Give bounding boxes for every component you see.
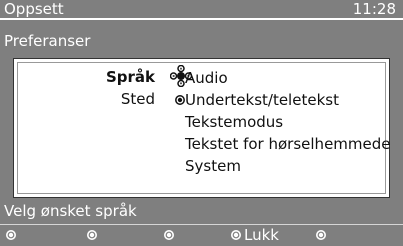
submenu-item-hearing-impaired[interactable]: Tekstet for hørselhemmede bbox=[185, 133, 391, 155]
extra-key-icon[interactable] bbox=[315, 229, 327, 241]
green-key-icon[interactable] bbox=[86, 229, 98, 241]
screen-title: Oppsett bbox=[4, 0, 64, 18]
page-title: Preferanser bbox=[4, 32, 91, 50]
clock: 11:28 bbox=[352, 0, 396, 18]
menu-item-language[interactable]: Språk bbox=[106, 67, 155, 87]
submenu-item-audio[interactable]: Audio bbox=[185, 67, 391, 89]
help-text: Velg ønsket språk bbox=[4, 202, 137, 220]
yellow-key-icon[interactable] bbox=[163, 229, 175, 241]
submenu-item-text-mode[interactable]: Tekstemodus bbox=[185, 111, 391, 133]
blue-key-icon[interactable] bbox=[230, 229, 242, 241]
title-bar: Oppsett 11:28 bbox=[0, 0, 403, 18]
red-key-icon[interactable] bbox=[5, 229, 17, 241]
menu-item-location[interactable]: Sted bbox=[121, 89, 155, 109]
color-key-bar: Lukk bbox=[0, 225, 403, 246]
submenu-item-system[interactable]: System bbox=[185, 155, 391, 177]
close-key-label[interactable]: Lukk bbox=[244, 226, 279, 244]
submenu-list: Audio Undertekst/teletekst Tekstemodus T… bbox=[185, 67, 391, 177]
menu-panel: Språk Sted Audio Undertekst/teletekst Te… bbox=[13, 58, 391, 198]
submenu-item-subtitles-teletext[interactable]: Undertekst/teletekst bbox=[185, 89, 391, 111]
title-divider bbox=[0, 18, 403, 20]
